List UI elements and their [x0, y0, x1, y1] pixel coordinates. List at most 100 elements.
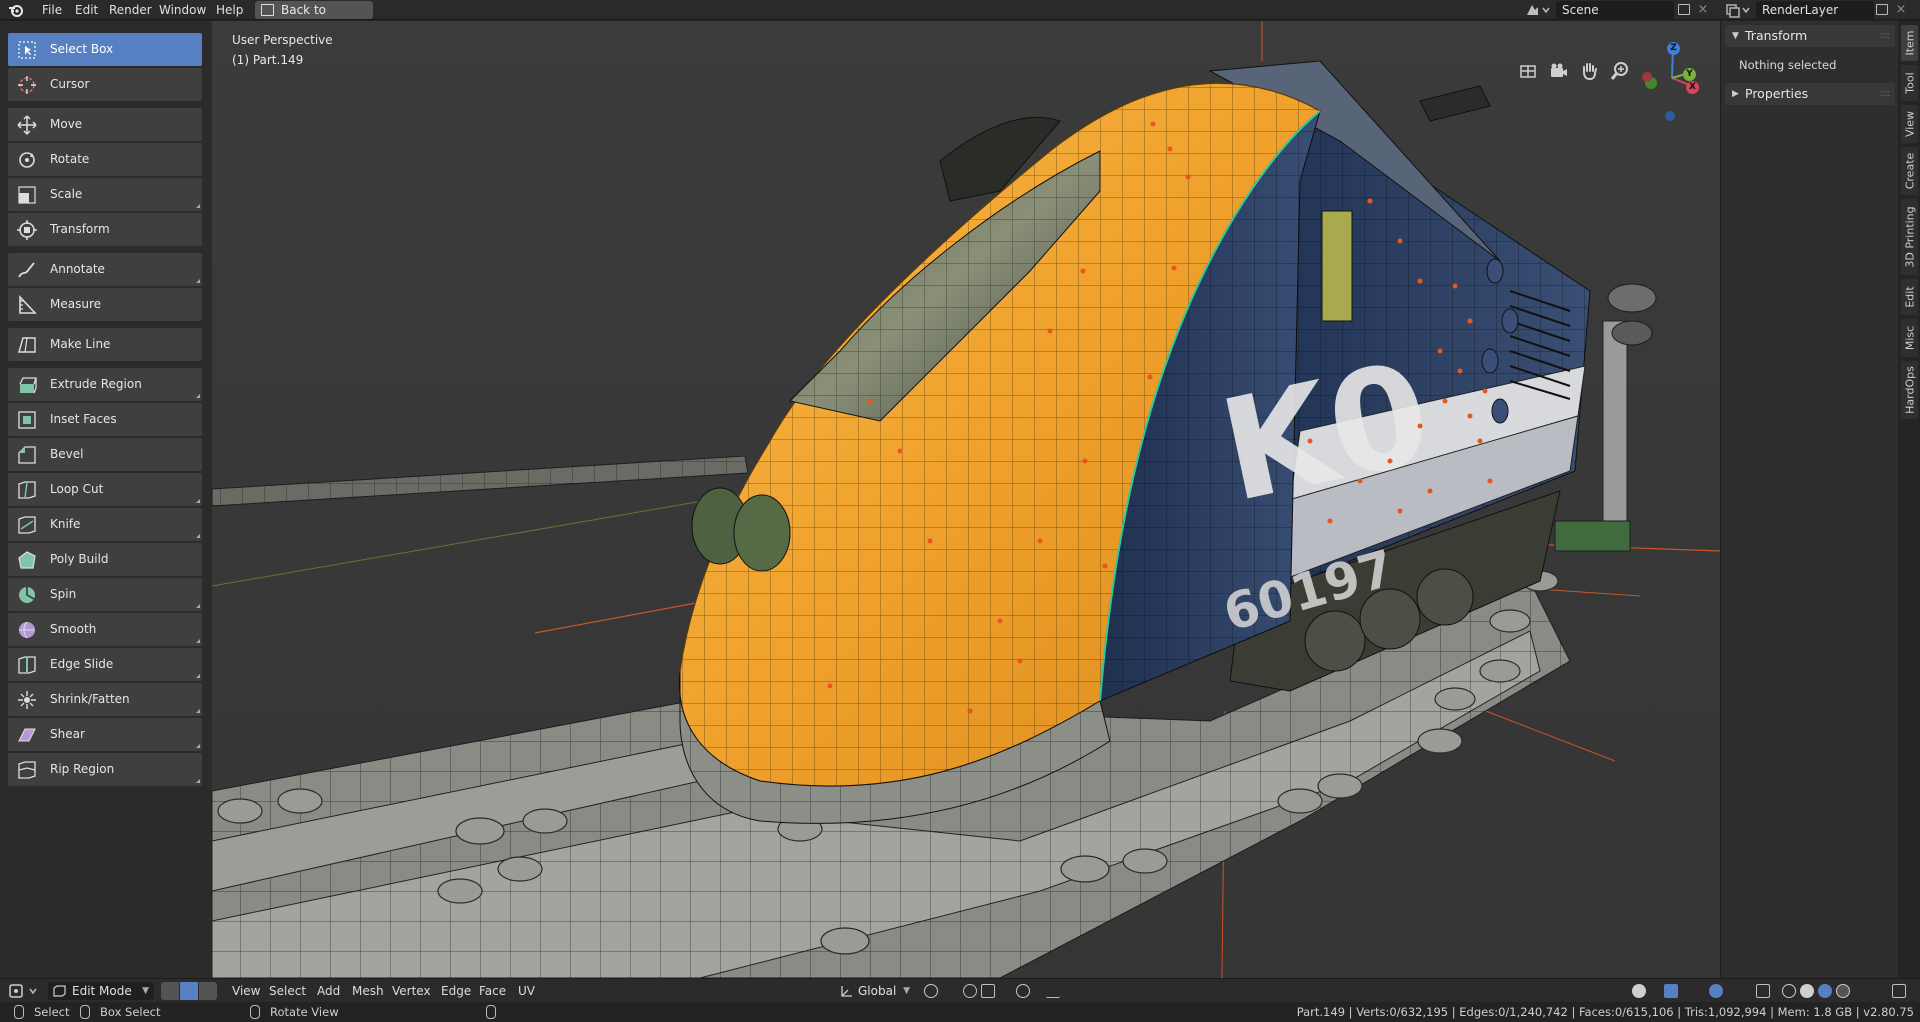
tool-rip-region[interactable]: Rip Region — [8, 753, 202, 786]
falloff-icon[interactable] — [1046, 984, 1060, 998]
tool-loop-cut[interactable]: Loop Cut — [8, 473, 202, 506]
x-axis-label[interactable]: X — [1686, 81, 1699, 94]
gizmo-toggle-icon[interactable] — [1664, 984, 1678, 998]
tool-inset-faces[interactable]: Inset Faces — [8, 403, 202, 436]
editor-type-icon[interactable] — [8, 983, 42, 999]
wireframe-shading-icon[interactable] — [1782, 984, 1796, 998]
viewport-perspective-label: User Perspective — [232, 33, 333, 47]
delete-render-layer-icon[interactable]: × — [1894, 1, 1908, 19]
tool-select-box[interactable]: Select Box — [8, 33, 202, 66]
header-menu-add[interactable]: Add — [317, 979, 340, 1003]
drag-handle-icon[interactable]: :::: — [1880, 25, 1891, 47]
header-menu-uv[interactable]: UV — [518, 979, 535, 1003]
tool-label: Annotate — [50, 262, 105, 276]
expanded-arrow-icon: ▼ — [1732, 31, 1739, 41]
overlays-toggle-icon[interactable] — [1709, 984, 1723, 998]
menu-help[interactable]: Help — [210, 0, 249, 20]
tab-edit[interactable]: Edit — [1901, 279, 1918, 315]
tool-spin[interactable]: Spin — [8, 578, 202, 611]
header-menu-select[interactable]: Select — [269, 979, 306, 1003]
header-menu-mesh[interactable]: Mesh — [352, 979, 384, 1003]
vertex-select-button[interactable] — [161, 982, 179, 1000]
scale-icon — [18, 186, 36, 204]
toggle-view-icon[interactable] — [1515, 58, 1541, 84]
tool-knife[interactable]: Knife — [8, 508, 202, 541]
header-menu-face[interactable]: Face — [479, 979, 506, 1003]
tab-view[interactable]: View — [1901, 105, 1918, 143]
blender-logo-icon[interactable] — [8, 2, 24, 18]
render-layer-field[interactable]: RenderLayer — [1756, 1, 1874, 19]
menu-file[interactable]: File — [36, 0, 68, 20]
tab-create[interactable]: Create — [1901, 147, 1918, 195]
camera-view-icon[interactable] — [1545, 58, 1571, 84]
transform-panel-header[interactable]: ▼ Transform :::: — [1725, 25, 1895, 47]
header-menu-edge[interactable]: Edge — [441, 979, 471, 1003]
back-to-previous-button[interactable]: Back to Previous — [255, 1, 373, 35]
tool-shrink-fatten[interactable]: Shrink/Fatten — [8, 683, 202, 716]
tool-measure[interactable]: Measure — [8, 288, 202, 321]
tool-label: Measure — [50, 297, 101, 311]
tab-hardops[interactable]: HardOps — [1901, 361, 1918, 419]
orientation-label: Global — [858, 984, 897, 998]
xray-toggle-icon[interactable] — [1756, 984, 1770, 998]
proportional-editing-icon[interactable] — [1016, 984, 1030, 998]
3d-viewport[interactable]: K0 60197 User Perspective (1) Part.149 Z… — [0, 21, 1720, 978]
pivot-point-icon[interactable] — [924, 984, 938, 998]
tool-smooth[interactable]: Smooth — [8, 613, 202, 646]
tool-poly-build[interactable]: Poly Build — [8, 543, 202, 576]
visibility-icon[interactable] — [1632, 984, 1646, 998]
properties-panel-header[interactable]: ▶ Properties :::: — [1725, 83, 1895, 105]
screen-icon — [261, 4, 274, 16]
tab-misc[interactable]: Misc — [1901, 319, 1918, 357]
tool-rotate[interactable]: Rotate — [8, 143, 202, 176]
tool-transform[interactable]: Transform — [8, 213, 202, 246]
editor-options-icon[interactable] — [1892, 984, 1906, 998]
snap-target-icon[interactable] — [981, 984, 995, 998]
drag-handle-icon[interactable]: :::: — [1880, 83, 1891, 105]
new-scene-icon[interactable] — [1678, 4, 1690, 15]
menu-edit[interactable]: Edit — [69, 0, 104, 20]
menu-window[interactable]: Window — [153, 0, 212, 20]
rotate-icon — [19, 152, 35, 168]
tool-edge-slide[interactable]: Edge Slide — [8, 648, 202, 681]
tool-annotate[interactable]: Annotate — [8, 253, 202, 286]
menu-render[interactable]: Render — [103, 0, 158, 20]
new-render-layer-icon[interactable] — [1876, 4, 1888, 15]
tool-cursor[interactable]: Cursor — [8, 68, 202, 101]
viewport-scene[interactable]: K0 60197 — [0, 21, 1720, 978]
bevel-icon — [18, 446, 36, 464]
pan-view-icon[interactable] — [1576, 58, 1602, 84]
tool-make-line[interactable]: Make Line — [8, 328, 202, 361]
scene-field[interactable]: Scene — [1556, 1, 1674, 19]
tool-bevel[interactable]: Bevel — [8, 438, 202, 471]
viewport-object-label: (1) Part.149 — [232, 53, 304, 67]
edge-select-button[interactable] — [180, 982, 198, 1000]
y-axis-label[interactable]: Y — [1683, 68, 1696, 81]
header-menu-vertex[interactable]: Vertex — [392, 979, 431, 1003]
face-select-button[interactable] — [199, 982, 217, 1000]
rendered-shading-icon[interactable] — [1836, 984, 1850, 998]
top-bar: File Edit Render Window Help Back to Pre… — [0, 0, 1920, 35]
snap-toggle-icon[interactable] — [963, 984, 977, 998]
mode-dropdown[interactable]: Edit Mode ▼ — [48, 982, 154, 1000]
header-menu-view[interactable]: View — [232, 979, 260, 1003]
viewport-header: Edit Mode ▼ View Select Add Mesh Vertex … — [0, 978, 1920, 1002]
orientation-dropdown[interactable]: Global ▼ — [836, 982, 914, 1000]
z-axis-label[interactable]: Z — [1667, 42, 1680, 55]
render-layer-selector-icon[interactable] — [1724, 2, 1754, 18]
tab-item[interactable]: Item — [1901, 25, 1918, 61]
scene-selector-icon[interactable] — [1524, 2, 1554, 18]
solid-shading-icon[interactable] — [1800, 984, 1814, 998]
tab-3d-printing[interactable]: 3D Printing — [1901, 199, 1918, 275]
status-bar: Select Box Select Rotate View Part.149 |… — [0, 1002, 1920, 1022]
tool-scale[interactable]: Scale — [8, 178, 202, 211]
tool-move[interactable]: Move — [8, 108, 202, 141]
delete-scene-icon[interactable]: × — [1696, 1, 1710, 19]
tool-shear[interactable]: Shear — [8, 718, 202, 751]
extrude-region-icon — [19, 377, 37, 394]
tab-tool[interactable]: Tool — [1901, 65, 1918, 101]
material-shading-icon[interactable] — [1818, 984, 1832, 998]
zoom-view-icon[interactable] — [1607, 58, 1633, 84]
tool-extrude-region[interactable]: Extrude Region — [8, 368, 202, 401]
tool-options-indicator — [196, 639, 200, 643]
